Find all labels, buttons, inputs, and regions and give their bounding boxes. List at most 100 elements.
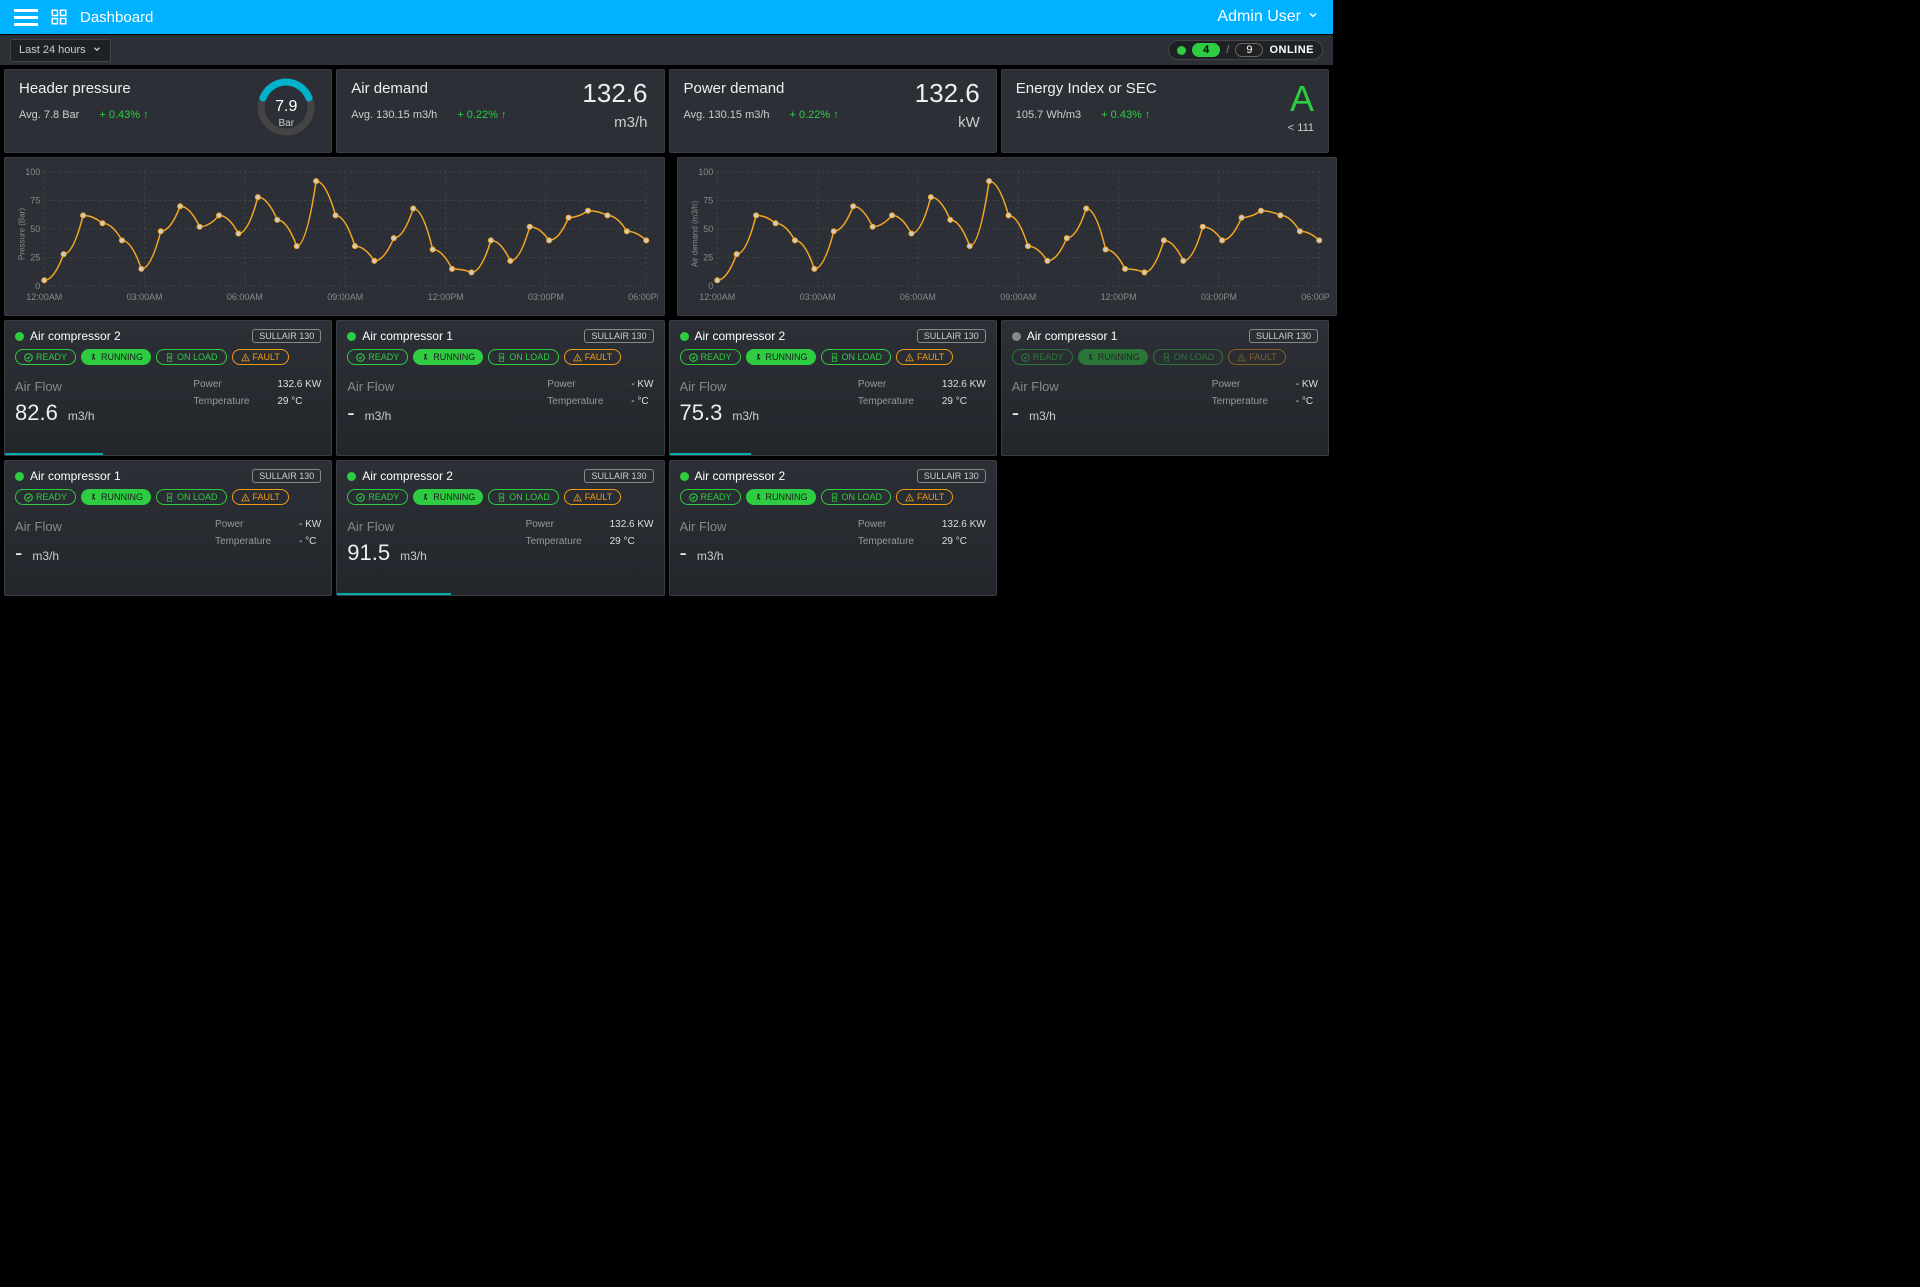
kpi-change: + 0.22% ↑ [457,109,506,121]
badge-onload: ON LOAD [1153,349,1224,365]
total-count: 9 [1235,43,1263,57]
compressor-card[interactable]: Air compressor 1 SULLAIR 130 READY RUNNI… [1001,320,1329,456]
model-tag: SULLAIR 130 [584,329,653,343]
badge-running: RUNNING [746,489,816,505]
svg-text:03:00PM: 03:00PM [528,292,564,302]
kpi-value: 132.6 [915,78,980,109]
power-value: 132.6 KW [610,519,654,530]
badge-row: READY RUNNING ON LOAD FAULT [15,489,321,505]
user-name: Admin User [1217,8,1301,26]
svg-text:03:00AM: 03:00AM [800,292,836,302]
temperature-value: 29 °C [942,396,967,407]
airflow-value: - [15,540,22,566]
kpi-power-demand[interactable]: Power demand Avg. 130.15 m3/h + 0.22% ↑ … [669,69,997,153]
pressure-chart[interactable]: 025507510012:00AM03:00AM06:00AM09:00AM12… [4,157,665,316]
badge-onload: ON LOAD [488,349,559,365]
airflow-label: Air Flow [15,379,95,394]
svg-text:Pressure (Bar): Pressure (Bar) [17,208,26,260]
status-dot-icon [15,332,24,341]
kpi-change: + 0.43% ↑ [99,109,148,121]
compressor-card[interactable]: Air compressor 2 SULLAIR 130 READY RUNNI… [4,320,332,456]
svg-text:100: 100 [25,167,40,177]
airflow-value: 75.3 [680,400,723,426]
badge-ready: READY [1012,349,1073,365]
compressor-card[interactable]: Air compressor 1 SULLAIR 130 READY RUNNI… [4,460,332,596]
svg-text:03:00AM: 03:00AM [127,292,163,302]
time-range-label: Last 24 hours [19,44,86,56]
badge-row: READY RUNNING ON LOAD FAULT [680,489,986,505]
badge-running: RUNNING [746,349,816,365]
svg-text:50: 50 [30,224,40,234]
airflow-label: Air Flow [1012,379,1059,394]
power-label: Power [215,519,275,530]
model-tag: SULLAIR 130 [1249,329,1318,343]
model-tag: SULLAIR 130 [584,469,653,483]
compressor-name: Air compressor 2 [362,469,453,483]
compressor-card[interactable]: Air compressor 2 SULLAIR 130 READY RUNNI… [669,460,997,596]
airflow-label: Air Flow [347,519,427,534]
kpi-title: Energy Index or SEC [1016,80,1314,97]
kpi-unit: m3/h [614,114,647,131]
temperature-value: - °C [631,396,648,407]
power-label: Power [547,379,607,390]
status-dot-icon [347,472,356,481]
badge-onload: ON LOAD [821,349,892,365]
page-title: Dashboard [80,9,153,26]
svg-text:12:00PM: 12:00PM [1101,292,1137,302]
badge-ready: READY [15,489,76,505]
badge-fault: FAULT [564,489,621,505]
online-status: 4 / 9 ONLINE [1168,40,1323,60]
temperature-label: Temperature [526,536,586,547]
badge-ready: READY [680,489,741,505]
svg-text:06:00AM: 06:00AM [900,292,936,302]
progress-bar [5,453,103,455]
top-header: Dashboard Admin User [0,0,1333,34]
badge-row: READY RUNNING ON LOAD FAULT [347,349,653,365]
kpi-air-demand[interactable]: Air demand Avg. 130.15 m3/h + 0.22% ↑ 13… [336,69,664,153]
chevron-down-icon [92,44,102,57]
kpi-header-pressure[interactable]: Header pressure Avg. 7.8 Bar + 0.43% ↑ 7… [4,69,332,153]
kpi-avg: 105.7 Wh/m3 [1016,109,1081,121]
badge-ready: READY [15,349,76,365]
compressor-card[interactable]: Air compressor 1 SULLAIR 130 READY RUNNI… [336,320,664,456]
svg-text:Air demand (m3/h): Air demand (m3/h) [690,201,699,268]
chart-row: 025507510012:00AM03:00AM06:00AM09:00AM12… [0,157,1333,320]
power-value: 132.6 KW [942,379,986,390]
airflow-unit: m3/h [365,409,392,423]
status-dot-icon [1012,332,1021,341]
airflow-label: Air Flow [680,379,760,394]
time-range-select[interactable]: Last 24 hours [10,39,111,62]
svg-text:25: 25 [703,253,713,263]
compressor-card[interactable]: Air compressor 2 SULLAIR 130 READY RUNNI… [336,460,664,596]
power-label: Power [858,519,918,530]
svg-text:100: 100 [698,167,713,177]
temperature-label: Temperature [1212,396,1272,407]
svg-text:0: 0 [35,281,40,291]
kpi-energy-index[interactable]: Energy Index or SEC 105.7 Wh/m3 + 0.43% … [1001,69,1329,153]
model-tag: SULLAIR 130 [917,329,986,343]
progress-bar [337,593,451,595]
kpi-change: + 0.43% ↑ [1101,109,1150,121]
air-demand-chart[interactable]: 025507510012:00AM03:00AM06:00AM09:00AM12… [677,157,1338,316]
status-dot-icon [680,332,689,341]
svg-text:75: 75 [703,196,713,206]
model-tag: SULLAIR 130 [252,469,321,483]
power-value: - KW [299,519,321,530]
power-value: - KW [631,379,653,390]
model-tag: SULLAIR 130 [252,329,321,343]
user-menu[interactable]: Admin User [1217,8,1319,26]
airflow-unit: m3/h [1029,409,1056,423]
airflow-unit: m3/h [732,409,759,423]
badge-running: RUNNING [413,349,483,365]
power-value: 132.6 KW [277,379,321,390]
power-label: Power [858,379,918,390]
svg-text:09:00AM: 09:00AM [1000,292,1036,302]
gauge-icon: 7.9 Bar [255,76,317,143]
online-count: 4 [1192,43,1220,57]
temperature-value: - °C [299,536,316,547]
compressor-name: Air compressor 2 [30,329,121,343]
compressor-card[interactable]: Air compressor 2 SULLAIR 130 READY RUNNI… [669,320,997,456]
menu-icon[interactable] [14,9,38,26]
badge-ready: READY [347,489,408,505]
badge-row: READY RUNNING ON LOAD FAULT [347,489,653,505]
